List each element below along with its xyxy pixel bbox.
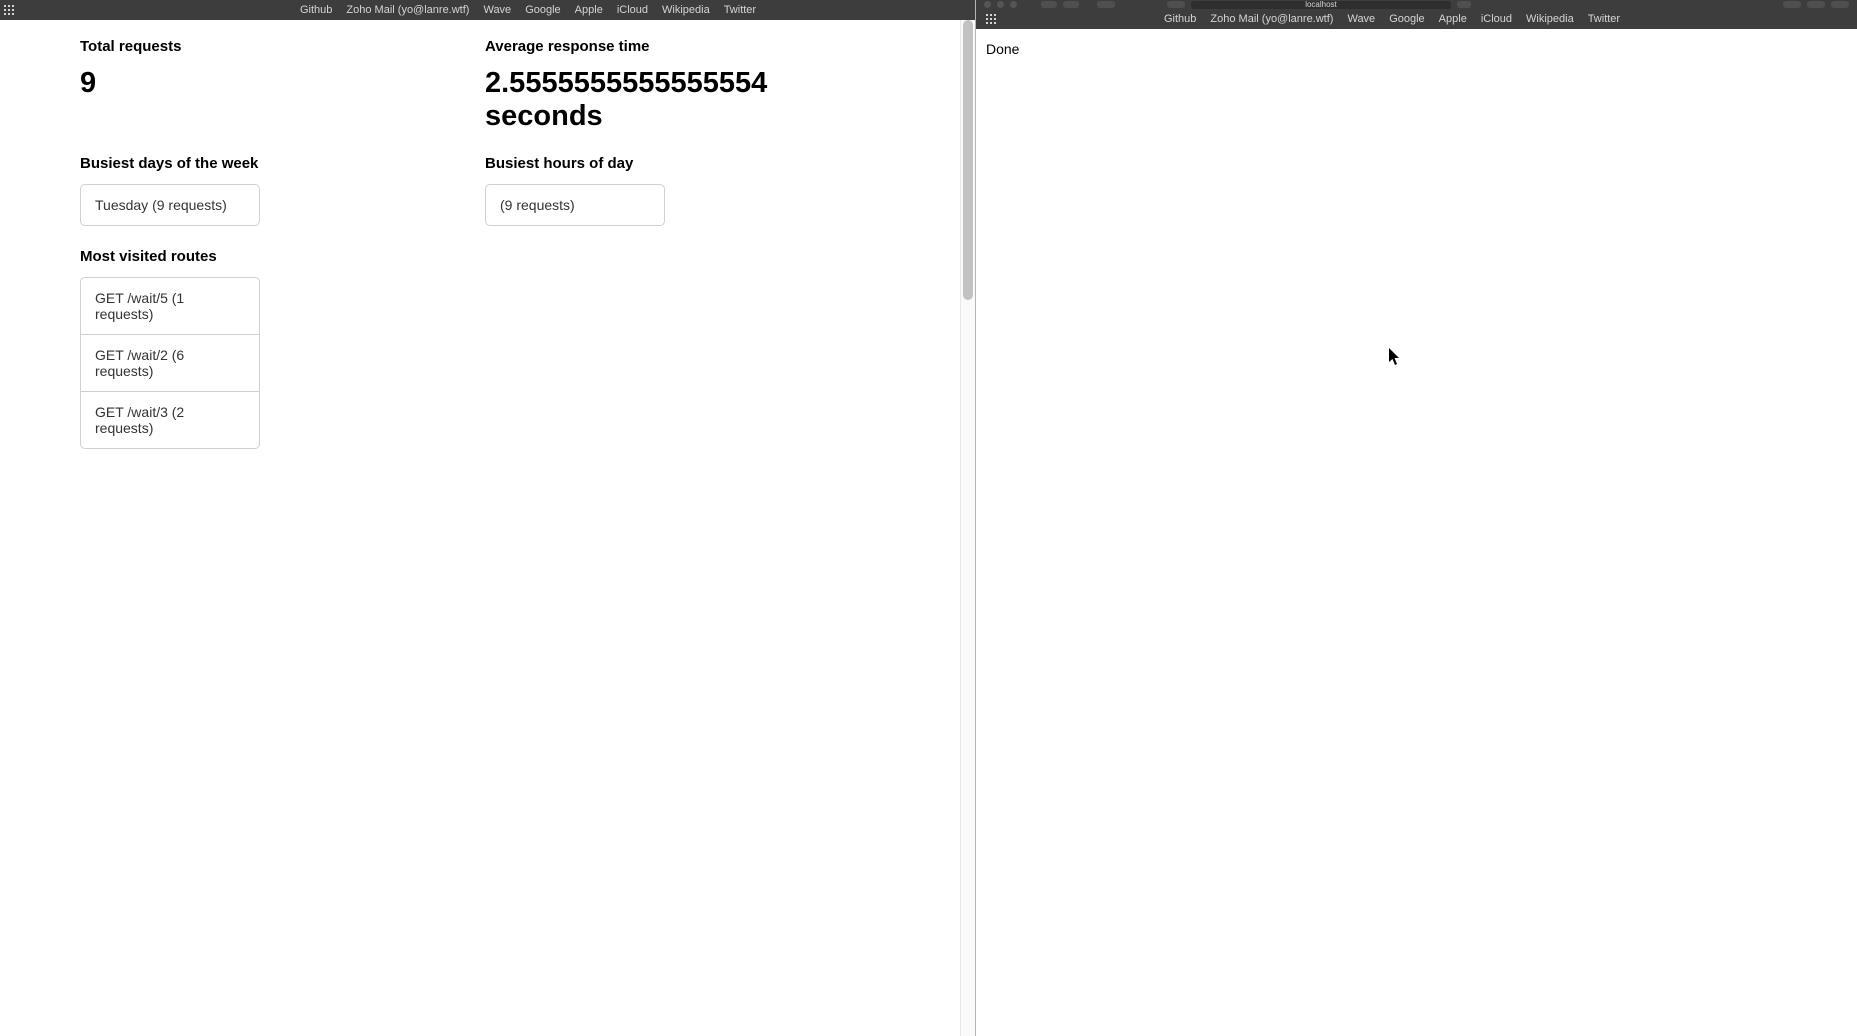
done-text: Done [986, 41, 1019, 57]
cursor-icon [1389, 348, 1401, 366]
total-requests-label: Total requests [80, 38, 485, 55]
routes-list: GET /wait/5 (1 requests) GET /wait/2 (6 … [80, 277, 260, 449]
start-page-grid-icon[interactable] [4, 5, 14, 15]
fav-link-wave[interactable]: Wave [1347, 13, 1375, 25]
fav-link-apple[interactable]: Apple [1439, 13, 1467, 25]
fav-link-twitter[interactable]: Twitter [1588, 13, 1620, 25]
toolbar-right: localhost [976, 0, 1857, 9]
shield-icon[interactable] [1167, 1, 1185, 8]
share-icon[interactable] [1783, 1, 1801, 8]
favorites-bar-left: Github Zoho Mail (yo@lanre.wtf) Wave Goo… [0, 0, 975, 20]
total-requests-section: Total requests 9 [80, 38, 485, 133]
back-button[interactable] [1041, 1, 1057, 8]
stats-content: Total requests 9 Average response time 2… [0, 20, 975, 471]
fav-link-wave[interactable]: Wave [483, 4, 511, 16]
route-item: GET /wait/5 (1 requests) [80, 277, 260, 335]
fav-link-twitter[interactable]: Twitter [724, 4, 756, 16]
fav-link-apple[interactable]: Apple [575, 4, 603, 16]
total-requests-value: 9 [80, 67, 485, 100]
favorites-bar-right: Github Zoho Mail (yo@lanre.wtf) Wave Goo… [976, 9, 1857, 29]
left-window: Github Zoho Mail (yo@lanre.wtf) Wave Goo… [0, 0, 976, 1036]
fav-link-icloud[interactable]: iCloud [1481, 13, 1512, 25]
routes-section: Most visited routes GET /wait/5 (1 reque… [80, 248, 485, 449]
busiest-hours-label: Busiest hours of day [485, 155, 890, 172]
scrollbar[interactable] [960, 20, 975, 1036]
forward-button[interactable] [1063, 1, 1079, 8]
url-field[interactable]: localhost [1191, 1, 1451, 9]
new-tab-icon[interactable] [1807, 1, 1825, 8]
fav-link-zoho[interactable]: Zoho Mail (yo@lanre.wtf) [1210, 13, 1333, 25]
scrollbar-thumb[interactable] [963, 20, 973, 300]
fav-link-google[interactable]: Google [525, 4, 560, 16]
avg-response-label: Average response time [485, 38, 890, 55]
route-item: GET /wait/2 (6 requests) [80, 335, 260, 392]
route-item: GET /wait/3 (2 requests) [80, 392, 260, 449]
sidebar-icon[interactable] [1097, 1, 1115, 8]
fav-link-wikipedia[interactable]: Wikipedia [1526, 13, 1574, 25]
traffic-close-icon[interactable] [984, 1, 991, 8]
fav-link-github[interactable]: Github [1164, 13, 1196, 25]
fav-link-wikipedia[interactable]: Wikipedia [662, 4, 710, 16]
fav-link-zoho[interactable]: Zoho Mail (yo@lanre.wtf) [346, 4, 469, 16]
routes-label: Most visited routes [80, 248, 485, 265]
reload-icon[interactable] [1457, 1, 1471, 8]
tabs-icon[interactable] [1831, 1, 1849, 8]
traffic-max-icon[interactable] [1010, 1, 1017, 8]
avg-response-section: Average response time 2.5555555555555554… [485, 38, 890, 133]
busiest-days-label: Busiest days of the week [80, 155, 485, 172]
fav-link-google[interactable]: Google [1389, 13, 1424, 25]
right-window: localhost Github Zoho Mail (yo@lanre.wtf… [976, 0, 1857, 1036]
busiest-hours-section: Busiest hours of day (9 requests) [485, 155, 890, 226]
busiest-days-card: Tuesday (9 requests) [80, 184, 260, 226]
start-page-grid-icon[interactable] [986, 14, 996, 24]
right-body: Done [976, 29, 1857, 69]
busiest-hours-card: (9 requests) [485, 184, 665, 226]
avg-response-value: 2.5555555555555554 seconds [485, 67, 890, 133]
busiest-days-section: Busiest days of the week Tuesday (9 requ… [80, 155, 485, 226]
fav-link-icloud[interactable]: iCloud [617, 4, 648, 16]
traffic-min-icon[interactable] [997, 1, 1004, 8]
fav-link-github[interactable]: Github [300, 4, 332, 16]
